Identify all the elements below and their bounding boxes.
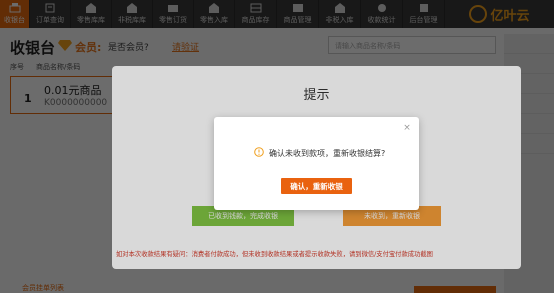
confirm-message: 确认未收到款项，重新收银结算? [269,149,386,158]
confirm-dialog: × 确认未收到款项，重新收银结算? 确认，重新收银 [214,117,419,210]
warning-icon [254,147,264,157]
close-icon[interactable]: × [402,123,412,133]
confirm-recheckout-button[interactable]: 确认，重新收银 [281,178,352,194]
